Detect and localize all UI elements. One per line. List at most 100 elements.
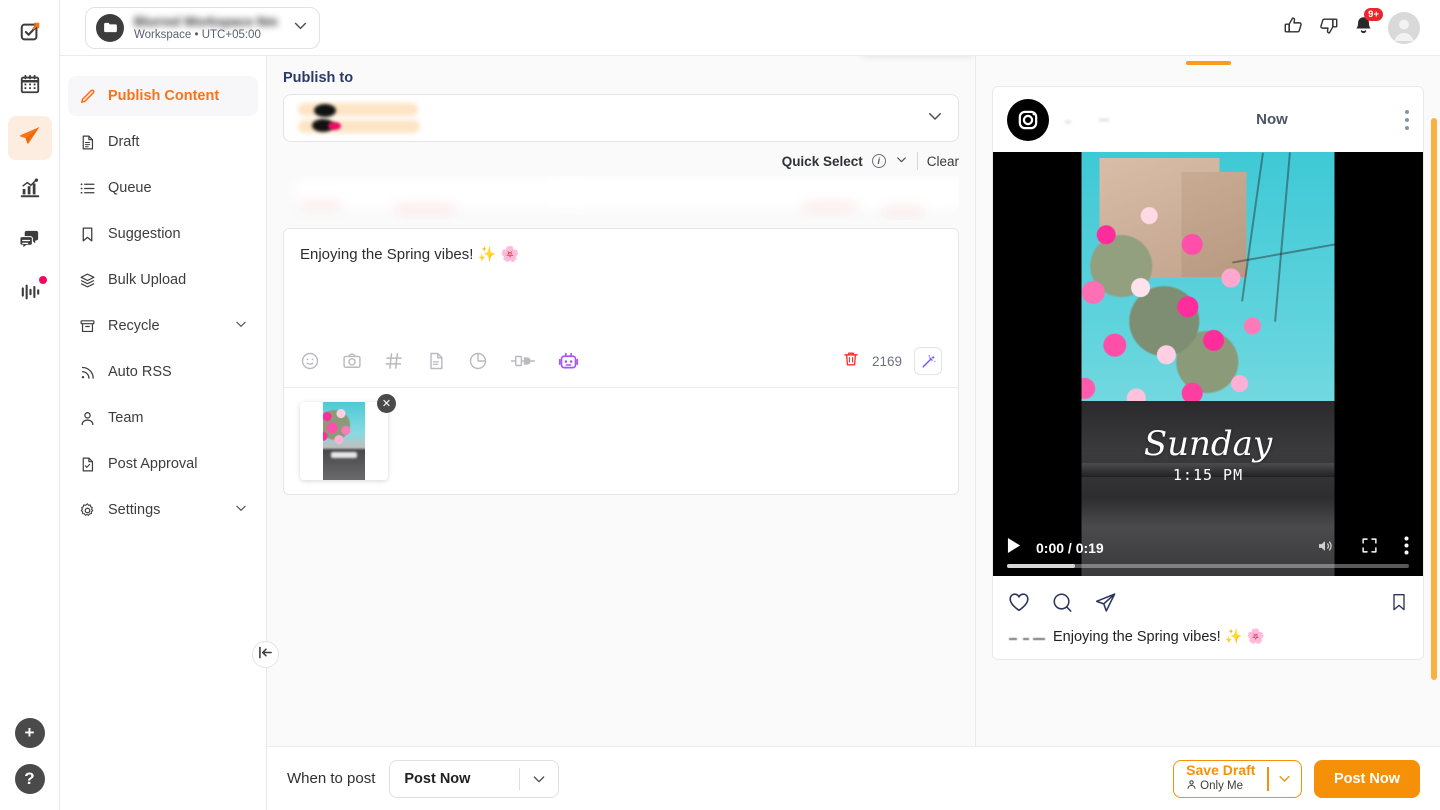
sidebar-item-publish-content[interactable]: Publish Content <box>68 76 258 116</box>
help-button[interactable]: ? <box>15 764 45 794</box>
plug-icon[interactable] <box>510 351 536 371</box>
save-draft-visibility: Only Me <box>1200 780 1243 793</box>
fullscreen-icon[interactable] <box>1361 537 1378 559</box>
calendar-icon <box>19 73 41 100</box>
schedule-select[interactable]: Post Now <box>389 760 559 798</box>
trash-icon[interactable] <box>842 350 860 373</box>
redacted-accounts-area <box>283 176 959 220</box>
sidebar-item-label: Queue <box>108 180 152 196</box>
pie-chart-icon[interactable] <box>468 351 488 371</box>
rail-item-publish[interactable] <box>8 116 52 160</box>
post-now-button[interactable]: Post Now <box>1314 760 1420 798</box>
sidebar-item-draft[interactable]: Draft <box>68 122 258 162</box>
video-player[interactable]: Sunday 1:15 PM 0:00 / 0:19 <box>993 152 1423 576</box>
caption-handle-redacted <box>1007 627 1047 641</box>
thumbs-up-icon[interactable] <box>1283 15 1304 41</box>
preview-scroll-area: Now Sunday 1:15 PM <box>976 56 1440 810</box>
sidebar-item-recycle[interactable]: Recycle <box>68 306 258 346</box>
video-overlay-time: 1:15 PM <box>1082 466 1335 484</box>
sidebar-item-queue[interactable]: Queue <box>68 168 258 208</box>
user-avatar[interactable] <box>1388 12 1420 44</box>
bar-chart-icon <box>19 177 41 204</box>
more-vertical-icon[interactable] <box>1405 110 1409 130</box>
chevron-down-icon[interactable] <box>1269 771 1301 786</box>
thumbs-down-icon[interactable] <box>1318 15 1339 41</box>
main-content: Publish Content ? Preview Publish to <box>267 0 975 810</box>
volume-icon[interactable] <box>1315 537 1335 560</box>
post-time: Now <box>1256 111 1288 128</box>
save-draft-label: Save Draft <box>1186 763 1255 779</box>
clear-button[interactable]: Clear <box>927 154 959 169</box>
bell-icon <box>1353 23 1374 40</box>
share-icon[interactable] <box>1094 591 1117 619</box>
sidebar-item-suggestion[interactable]: Suggestion <box>68 214 258 254</box>
sidebar-item-post-approval[interactable]: Post Approval <box>68 444 258 484</box>
quick-select-button[interactable]: Quick Select <box>782 154 863 169</box>
chevron-down-icon[interactable] <box>234 501 248 519</box>
hashtag-icon[interactable] <box>384 351 404 371</box>
notification-dot <box>39 276 47 284</box>
account-handle-redacted <box>1059 111 1139 129</box>
list-icon <box>78 179 96 197</box>
workspace-subtitle: Workspace • UTC+05:00 <box>134 29 282 41</box>
preview-scrollbar[interactable] <box>1431 118 1437 680</box>
chevron-down-icon[interactable] <box>234 317 248 335</box>
sidebar-item-label: Recycle <box>108 318 160 334</box>
magic-wand-icon[interactable] <box>914 347 942 375</box>
rail-item-inbox[interactable] <box>8 220 52 264</box>
publish-form: Publish to Quick Select i <box>267 56 975 810</box>
camera-icon[interactable] <box>342 351 362 371</box>
chevron-down-icon[interactable] <box>895 153 908 169</box>
chevron-down-icon[interactable] <box>520 771 558 787</box>
sidebar-item-label: Settings <box>108 502 160 518</box>
rail-item-calendar[interactable] <box>8 64 52 108</box>
workspace-name: Blurred Workspace Nm <box>134 14 282 29</box>
bookmark-icon[interactable] <box>1389 591 1409 618</box>
workspace-selector[interactable]: Blurred Workspace Nm Workspace • UTC+05:… <box>85 7 320 49</box>
editor-toolbar-right: 2169 <box>842 347 942 375</box>
sidebar-item-auto-rss[interactable]: Auto RSS <box>68 352 258 392</box>
chevron-down-icon[interactable] <box>292 17 309 39</box>
post-actions <box>993 576 1423 627</box>
video-progress-bar[interactable] <box>1007 564 1409 568</box>
comment-icon[interactable] <box>1051 591 1074 619</box>
video-controls-right <box>1315 536 1409 560</box>
close-icon[interactable]: ✕ <box>377 394 396 413</box>
rail-item-tasks[interactable] <box>8 12 52 56</box>
document-icon <box>78 133 96 151</box>
person-icon <box>78 409 96 427</box>
pencil-icon <box>78 87 96 105</box>
sidebar-item-settings[interactable]: Settings <box>68 490 258 530</box>
post-header: Now <box>993 87 1423 152</box>
layers-icon <box>78 271 96 289</box>
sidebar-item-team[interactable]: Team <box>68 398 258 438</box>
post-text-editor[interactable]: Enjoying the Spring vibes! ✨ 🌸 <box>284 229 958 341</box>
workspace-avatar <box>96 14 124 42</box>
post-caption: Enjoying the Spring vibes! ✨ 🌸 <box>1053 628 1265 645</box>
attachment-item[interactable]: ✕ <box>300 402 388 480</box>
rail-item-listening[interactable] <box>8 272 52 316</box>
video-frame: Sunday 1:15 PM <box>1082 152 1335 576</box>
rail-item-analytics[interactable] <box>8 168 52 212</box>
emoji-icon[interactable] <box>300 351 320 371</box>
add-button[interactable]: + <box>15 718 45 748</box>
sidebar-item-bulk-upload[interactable]: Bulk Upload <box>68 260 258 300</box>
heart-icon[interactable] <box>1007 590 1031 619</box>
workspace-text: Blurred Workspace Nm Workspace • UTC+05:… <box>134 14 282 41</box>
rail-bottom-actions: + ? <box>15 718 45 810</box>
bookmark-icon <box>78 225 96 243</box>
chevron-down-icon[interactable] <box>926 107 944 130</box>
avatar <box>1007 99 1049 141</box>
robot-icon[interactable] <box>558 351 579 372</box>
account-select[interactable] <box>283 94 959 142</box>
play-icon[interactable] <box>1007 537 1022 559</box>
more-vertical-icon[interactable] <box>1404 536 1409 560</box>
save-draft-button[interactable]: Save Draft Only Me <box>1173 760 1302 798</box>
collapse-sidebar-button[interactable] <box>252 641 279 668</box>
notifications-button[interactable]: 9+ <box>1353 15 1374 41</box>
rss-icon <box>78 363 96 381</box>
sidebar-nav: Publish Content Draft Queue Suggestion <box>60 56 266 810</box>
info-icon[interactable]: i <box>872 154 886 168</box>
document-icon[interactable] <box>426 351 446 371</box>
sidebar-item-label: Suggestion <box>108 226 181 242</box>
